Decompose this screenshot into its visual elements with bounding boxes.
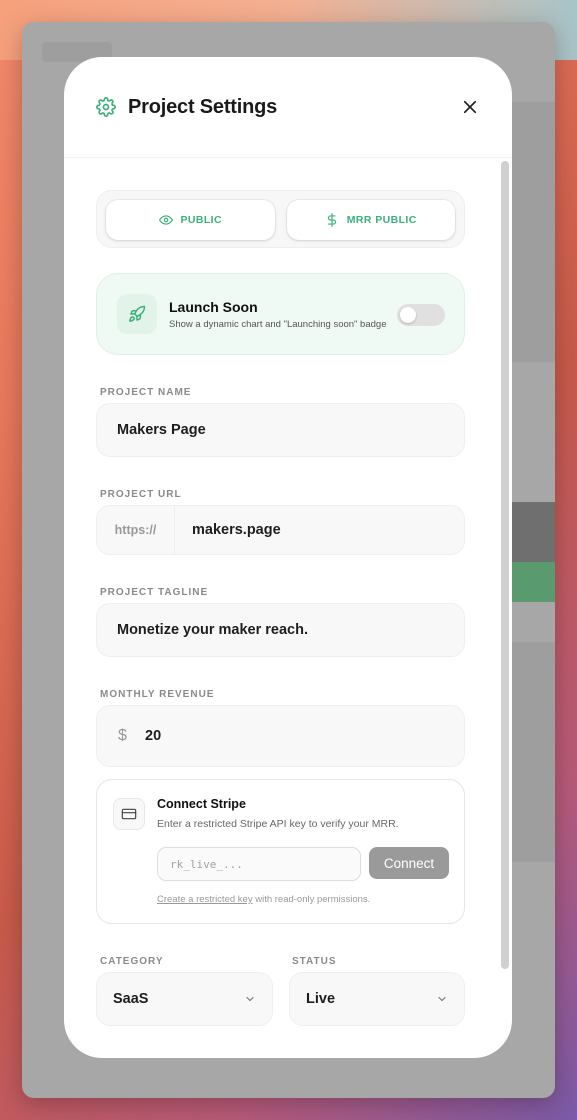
status-value: Live (306, 991, 336, 1007)
currency-symbol: $ (118, 727, 127, 744)
project-url-label: PROJECT URL (100, 489, 182, 500)
stripe-footer: Create a restricted key with read-only p… (157, 894, 370, 905)
project-name-value: Makers Page (117, 422, 206, 438)
modal-title: Project Settings (128, 95, 278, 118)
header-divider (64, 157, 512, 158)
dollar-icon (327, 213, 336, 227)
category-label: CATEGORY (100, 956, 164, 967)
eye-icon (158, 215, 173, 225)
mrr-public-label: MRR PUBLIC (346, 214, 417, 226)
status-select[interactable]: Live (289, 972, 465, 1026)
gear-icon (96, 97, 116, 117)
ghost-block (512, 562, 555, 602)
status-label: STATUS (292, 956, 337, 967)
connect-stripe-card: Connect Stripe Enter a restricted Stripe… (96, 779, 465, 924)
url-prefix: https:// (97, 506, 175, 554)
stripe-subtitle: Enter a restricted Stripe API key to ver… (157, 818, 399, 830)
modal-header: Project Settings (64, 57, 512, 157)
stripe-key-input[interactable] (157, 847, 361, 881)
launch-soon-card: Launch Soon Show a dynamic chart and "La… (96, 273, 465, 355)
create-key-link[interactable]: Create a restricted key (157, 894, 253, 905)
ghost-block (512, 502, 555, 562)
launch-title: Launch Soon (169, 298, 258, 315)
public-label: PUBLIC (180, 214, 222, 226)
mrr-public-toggle-button[interactable]: MRR PUBLIC (286, 200, 455, 240)
project-tagline-input[interactable]: Monetize your maker reach. (96, 603, 465, 657)
project-url-input[interactable]: https:// makers.page (96, 505, 465, 555)
rocket-icon (117, 294, 157, 334)
stripe-title: Connect Stripe (157, 797, 246, 811)
connect-button[interactable]: Connect (369, 847, 449, 879)
chevron-down-icon (436, 993, 448, 1005)
category-select[interactable]: SaaS (96, 972, 273, 1026)
close-icon[interactable] (460, 97, 480, 117)
switch-knob (400, 307, 416, 323)
scrollbar-thumb[interactable] (501, 161, 509, 969)
chevron-down-icon (244, 993, 256, 1005)
launch-subtitle: Show a dynamic chart and "Launching soon… (169, 318, 387, 330)
project-name-input[interactable]: Makers Page (96, 403, 465, 457)
monthly-revenue-label: MONTHLY REVENUE (100, 689, 215, 700)
credit-card-icon (113, 798, 145, 830)
launch-text: Launch Soon Show a dynamic chart and "La… (169, 299, 386, 330)
launch-soon-switch[interactable] (397, 304, 445, 326)
project-tagline-label: PROJECT TAGLINE (100, 587, 209, 598)
project-settings-modal: Project Settings PUBLIC MRR PUBLIC Launc… (64, 57, 512, 1058)
category-value: SaaS (113, 991, 149, 1007)
monthly-revenue-value: 20 (145, 728, 162, 744)
project-tagline-value: Monetize your maker reach. (117, 622, 308, 638)
visibility-toggle-group: PUBLIC MRR PUBLIC (96, 190, 465, 248)
ghost-block (512, 642, 555, 862)
project-url-value: makers.page (192, 522, 281, 538)
project-name-label: PROJECT NAME (100, 387, 192, 398)
public-toggle-button[interactable]: PUBLIC (106, 200, 275, 240)
ghost-block (512, 102, 555, 362)
stripe-footer-text: with read-only permissions. (252, 894, 371, 905)
monthly-revenue-input[interactable]: $ 20 (96, 705, 465, 767)
